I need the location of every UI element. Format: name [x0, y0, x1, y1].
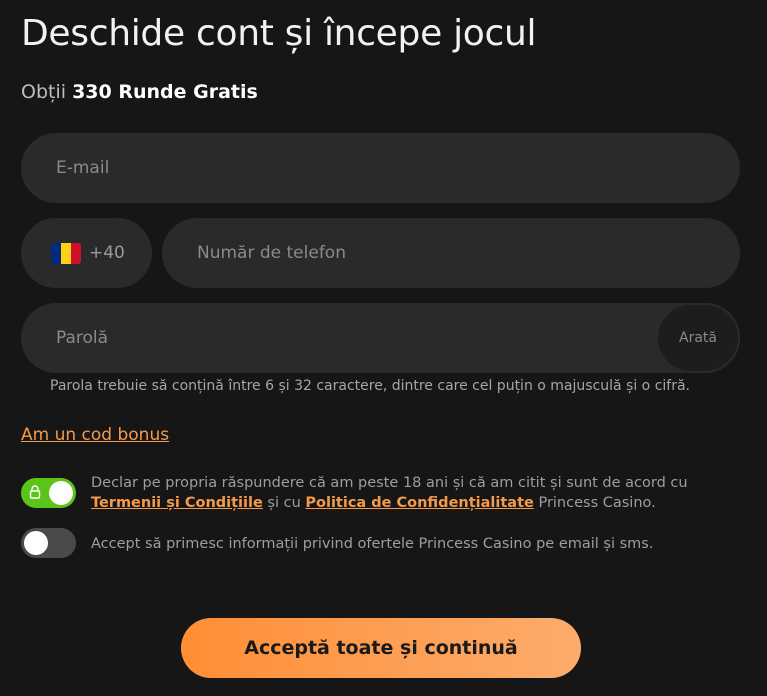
terms-toggle[interactable]: [21, 478, 76, 508]
accept-continue-button[interactable]: Acceptă toate și continuă: [181, 618, 581, 678]
phone-field-container: [162, 218, 740, 288]
email-field-container: [21, 133, 740, 203]
lock-icon: [29, 485, 41, 499]
terms-text-after: Princess Casino.: [538, 495, 656, 511]
email-input[interactable]: [21, 133, 740, 203]
password-input[interactable]: [21, 303, 740, 373]
phone-input[interactable]: [162, 218, 740, 288]
phone-prefix-selector[interactable]: +40: [21, 218, 152, 288]
page-subtitle: Obții 330 Runde Gratis: [21, 81, 258, 103]
terms-text-middle: și cu: [267, 495, 301, 511]
terms-consent-text: Declar pe propria răspundere că am peste…: [91, 473, 751, 513]
marketing-consent-text: Accept să primesc informații privind ofe…: [91, 536, 654, 552]
free-spins-offer: 330 Runde Gratis: [72, 81, 258, 103]
bonus-code-link[interactable]: Am un cod bonus: [21, 425, 169, 445]
terms-text-before: Declar pe propria răspundere că am peste…: [91, 475, 688, 491]
page-title: Deschide cont și începe jocul: [21, 13, 537, 54]
privacy-policy-link[interactable]: Politica de Confidențialitate: [305, 495, 533, 511]
toggle-knob: [24, 531, 48, 555]
phone-prefix-value: +40: [89, 243, 125, 263]
terms-conditions-link[interactable]: Termenii și Condițiile: [91, 495, 263, 511]
marketing-toggle[interactable]: [21, 528, 76, 558]
password-field-container: Arată: [21, 303, 740, 373]
subtitle-prefix: Obții: [21, 81, 67, 103]
toggle-knob: [49, 481, 73, 505]
password-hint: Parola trebuie să conțină între 6 și 32 …: [50, 378, 691, 394]
show-password-button[interactable]: Arată: [656, 303, 740, 373]
romania-flag-icon: [51, 242, 81, 264]
